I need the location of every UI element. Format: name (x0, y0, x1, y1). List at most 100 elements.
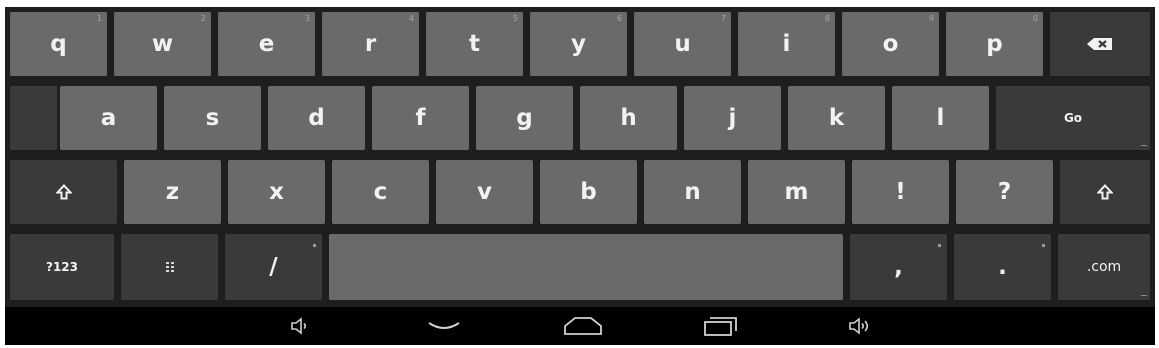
key-label: i (782, 31, 791, 57)
key-hint: 4 (408, 14, 414, 23)
shift-icon (1097, 184, 1113, 200)
dotcom-key[interactable]: .com (1058, 234, 1150, 300)
key-r[interactable]: r 4 (322, 12, 419, 76)
key-label: j (728, 105, 737, 131)
key-y[interactable]: y 6 (530, 12, 627, 76)
space-bar[interactable] (329, 234, 843, 300)
key-label: n (684, 179, 701, 205)
key-label: / (269, 254, 278, 280)
key-label: ? (997, 179, 1012, 205)
key-a[interactable]: a (60, 86, 157, 150)
home-icon (562, 316, 604, 336)
key-label: w (151, 31, 174, 57)
key-corner-mark (1141, 295, 1147, 296)
key-label: m (784, 179, 809, 205)
back-icon (427, 319, 461, 333)
key-x[interactable]: x (228, 160, 325, 224)
key-hint: 1 (96, 14, 102, 23)
key-label: q (50, 31, 67, 57)
key-corner-mark (1141, 145, 1147, 146)
key-i[interactable]: i 8 (738, 12, 835, 76)
symbols-label: ?123 (45, 260, 78, 274)
key-s[interactable]: s (164, 86, 261, 150)
key-slash[interactable]: / (225, 234, 322, 300)
key-l[interactable]: l (892, 86, 989, 150)
key-k[interactable]: k (788, 86, 885, 150)
key-label: r (364, 31, 377, 57)
backspace-icon (1086, 37, 1114, 51)
volume-down-button[interactable] (275, 307, 325, 345)
key-e[interactable]: e 3 (218, 12, 315, 76)
key-period[interactable]: . (954, 234, 1051, 300)
back-button[interactable] (419, 307, 469, 345)
key-j[interactable]: j (684, 86, 781, 150)
key-label: f (415, 105, 426, 131)
key-hint: 9 (928, 14, 934, 23)
key-label: y (571, 31, 586, 57)
key-w[interactable]: w 2 (114, 12, 211, 76)
key-label: h (620, 105, 637, 131)
key-label: t (469, 31, 480, 57)
key-comma[interactable]: , (850, 234, 947, 300)
key-o[interactable]: o 9 (842, 12, 939, 76)
key-hint: 6 (616, 14, 622, 23)
key-label: ! (895, 179, 906, 205)
key-c[interactable]: c (332, 160, 429, 224)
key-hint: 7 (720, 14, 726, 23)
key-h[interactable]: h (580, 86, 677, 150)
key-label: c (373, 179, 388, 205)
key-label: a (100, 105, 117, 131)
key-p[interactable]: p 0 (946, 12, 1043, 76)
key-g[interactable]: g (476, 86, 573, 150)
key-label: l (936, 105, 945, 131)
key-hint-mark (313, 244, 316, 247)
key-label: k (828, 105, 845, 131)
key-exclamation[interactable]: ! (852, 160, 949, 224)
settings-key[interactable] (121, 234, 218, 300)
key-label: e (258, 31, 275, 57)
key-u[interactable]: u 7 (634, 12, 731, 76)
key-t[interactable]: t 5 (426, 12, 523, 76)
key-v[interactable]: v (436, 160, 533, 224)
keyboard-settings-icon (165, 261, 175, 273)
key-label: u (674, 31, 691, 57)
key-label: v (477, 179, 492, 205)
backspace-key[interactable] (1050, 12, 1150, 76)
key-label: g (516, 105, 533, 131)
key-label: x (269, 179, 284, 205)
key-b[interactable]: b (540, 160, 637, 224)
key-hint: 8 (824, 14, 830, 23)
key-label: s (205, 105, 220, 131)
key-z[interactable]: z (124, 160, 221, 224)
shift-icon (55, 184, 72, 200)
shift-key-left[interactable] (10, 160, 117, 224)
key-hint-mark (1042, 244, 1045, 247)
volume-up-icon (848, 317, 872, 335)
key-hint: 5 (512, 14, 518, 23)
key-label: p (986, 31, 1003, 57)
key-hint: 0 (1032, 14, 1038, 23)
shift-key-right[interactable] (1060, 160, 1150, 224)
key-label: . (998, 254, 1007, 280)
volume-up-button[interactable] (835, 307, 885, 345)
key-label: , (894, 254, 903, 280)
key-m[interactable]: m (748, 160, 845, 224)
go-label: Go (1063, 111, 1083, 125)
row2-left-spacer (10, 86, 57, 150)
recent-apps-button[interactable] (696, 307, 746, 345)
key-q[interactable]: q 1 (10, 12, 107, 76)
home-button[interactable] (558, 307, 608, 345)
key-label: d (308, 105, 325, 131)
key-hint: 2 (200, 14, 206, 23)
key-hint: 3 (304, 14, 310, 23)
key-question[interactable]: ? (956, 160, 1053, 224)
key-label: b (580, 179, 597, 205)
key-d[interactable]: d (268, 86, 365, 150)
symbols-key[interactable]: ?123 (10, 234, 114, 300)
key-f[interactable]: f (372, 86, 469, 150)
key-label: o (882, 31, 899, 57)
key-hint-mark (938, 244, 941, 247)
key-n[interactable]: n (644, 160, 741, 224)
volume-down-icon (290, 317, 310, 335)
go-key[interactable]: Go (996, 86, 1150, 150)
